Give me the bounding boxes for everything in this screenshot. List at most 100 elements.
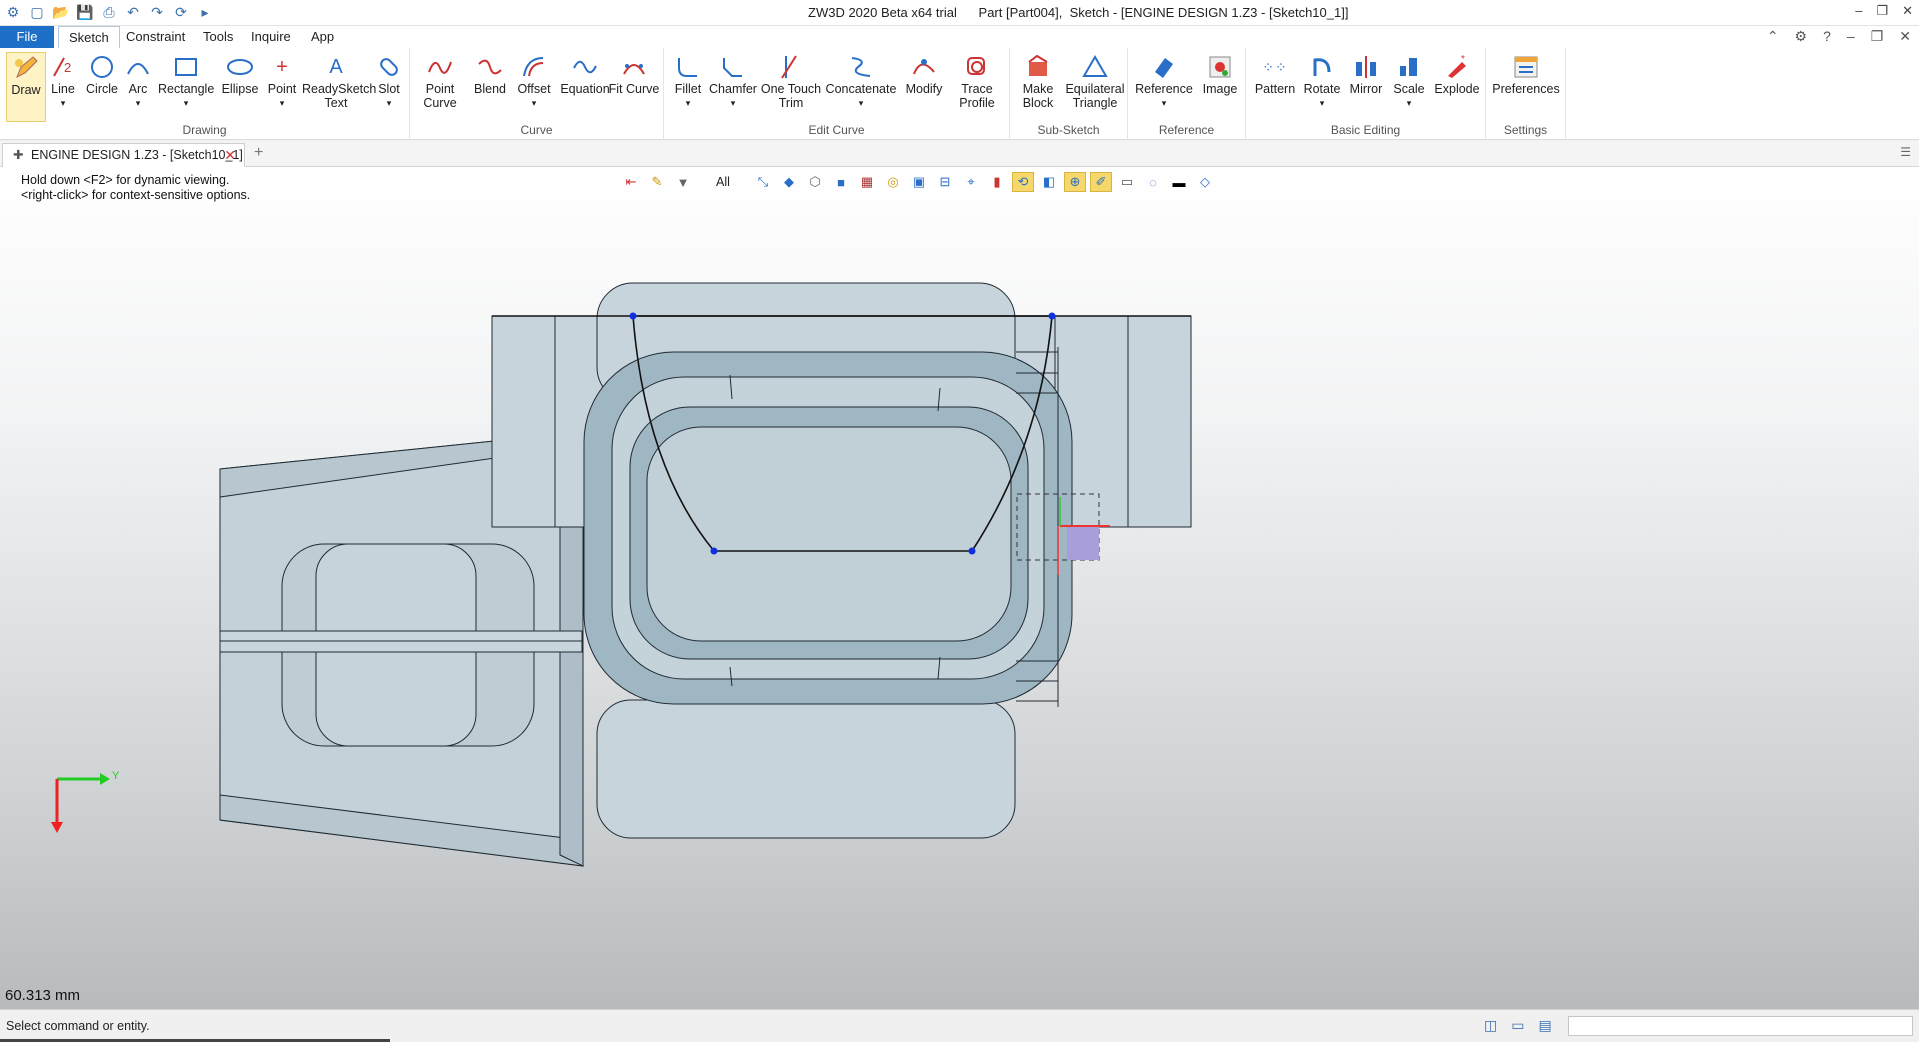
tab-tools[interactable]: Tools <box>193 26 243 48</box>
equation-button[interactable]: Equation <box>558 52 612 96</box>
run-icon[interactable]: ▸ <box>196 3 214 21</box>
help-icon[interactable]: ? <box>1823 28 1831 45</box>
axis-y-label: Y <box>112 770 120 782</box>
mirror-button[interactable]: Mirror <box>1344 52 1388 96</box>
ellipse-icon <box>220 52 260 82</box>
add-tab-icon[interactable]: + <box>254 144 263 162</box>
document-tab-label: ENGINE DESIGN 1.Z3 - [Sketch10_1] <box>31 148 243 162</box>
app-logo-icon: ⚙ <box>6 3 20 20</box>
equation-icon <box>558 52 612 82</box>
status-icons: ◫ ▭ ▤ <box>1484 1017 1552 1034</box>
panel-icon[interactable]: ▤ <box>1538 1017 1551 1034</box>
modify-button[interactable]: Modify <box>902 52 946 96</box>
close-icon[interactable]: ✕ <box>1902 3 1913 19</box>
mirror-icon <box>1344 52 1388 82</box>
window-title: ZW3D 2020 Beta x64 trial Part [Part004],… <box>808 5 1348 20</box>
pin-icon[interactable]: ✚ <box>13 144 23 166</box>
draw-button[interactable]: Draw <box>6 52 46 122</box>
group-label-sub-sketch: Sub-Sketch <box>1037 123 1100 137</box>
arc-icon <box>124 52 152 82</box>
new-file-icon[interactable]: ▢ <box>28 3 46 21</box>
preferences-button[interactable]: Preferences <box>1492 52 1560 96</box>
rotate-button[interactable]: Rotate ▾ <box>1300 52 1344 110</box>
offset-button[interactable]: Offset ▾ <box>514 52 554 110</box>
reference-icon <box>1134 52 1194 82</box>
readysketch-text-button[interactable]: A ReadySketch Text <box>302 52 376 110</box>
tab-list-icon[interactable]: ☰ <box>1900 145 1911 159</box>
svg-text:*: * <box>1461 54 1465 65</box>
doc-minimize-icon[interactable]: – <box>1847 28 1855 45</box>
blend-icon <box>470 52 510 82</box>
axis-triad <box>51 773 110 833</box>
origin-fill <box>1067 527 1099 560</box>
equilateral-triangle-button[interactable]: Equilateral Triangle <box>1064 52 1126 110</box>
one-touch-trim-button[interactable]: One Touch Trim <box>760 52 822 110</box>
cad-model[interactable] <box>0 167 1919 1009</box>
circle-button[interactable]: Circle <box>84 52 120 96</box>
file-menu[interactable]: File <box>0 26 54 48</box>
group-label-drawing: Drawing <box>182 123 227 137</box>
explode-icon: * <box>1432 52 1482 82</box>
window-controls: – ❐ ✕ <box>1855 3 1913 19</box>
status-message: Select command or entity. <box>6 1019 150 1033</box>
trace-profile-button[interactable]: Trace Profile <box>952 52 1002 110</box>
point-button[interactable]: + Point ▾ <box>266 52 298 110</box>
monitor-icon[interactable]: ▭ <box>1511 1017 1524 1034</box>
document-tab-bar: ✚ ENGINE DESIGN 1.Z3 - [Sketch10_1] ✕ + … <box>0 141 1919 167</box>
layout-icon[interactable]: ◫ <box>1484 1017 1497 1034</box>
scale-button[interactable]: Scale ▾ <box>1390 52 1428 110</box>
pattern-button[interactable]: ⁘⁘ Pattern <box>1252 52 1298 96</box>
trace-icon <box>952 52 1002 82</box>
rectangle-button[interactable]: Rectangle ▾ <box>158 52 214 110</box>
group-label-basic-editing: Basic Editing <box>1330 123 1401 137</box>
group-drawing: Draw 2 Line ▾ Circle Arc ▾ Rectangle ▾ Elli… <box>0 48 410 140</box>
restore-icon[interactable]: ❐ <box>1876 3 1888 19</box>
make-block-button[interactable]: Make Block <box>1016 52 1060 110</box>
group-label-edit-curve: Edit Curve <box>808 123 865 137</box>
line-button[interactable]: 2 Line ▾ <box>48 52 78 110</box>
doc-restore-icon[interactable]: ❐ <box>1871 28 1884 45</box>
settings-icon[interactable]: ⚙ <box>1795 28 1808 45</box>
image-button[interactable]: Image <box>1198 52 1242 96</box>
minimize-icon[interactable]: – <box>1855 3 1862 19</box>
blend-button[interactable]: Blend <box>470 52 510 96</box>
print-icon[interactable]: ⎙ <box>100 3 118 21</box>
trim-icon <box>760 52 822 82</box>
menu-bar: File Sketch Constraint Tools Inquire App… <box>0 26 1919 48</box>
point-curve-button[interactable]: Point Curve <box>416 52 464 110</box>
image-icon <box>1198 52 1242 82</box>
open-file-icon[interactable]: 📂 <box>52 3 70 21</box>
pattern-icon: ⁘⁘ <box>1262 59 1288 75</box>
app-title: ZW3D 2020 Beta x64 trial <box>808 5 957 20</box>
arc-button[interactable]: Arc ▾ <box>124 52 152 110</box>
save-icon[interactable]: 💾 <box>76 3 94 21</box>
doc-close-icon[interactable]: ✕ <box>1899 28 1911 45</box>
tab-sketch[interactable]: Sketch <box>58 26 120 48</box>
group-edit-curve: Fillet ▾ Chamfer ▾ One Touch Trim Concatena… <box>664 48 1010 140</box>
explode-button[interactable]: * Explode <box>1432 52 1482 96</box>
rotate-icon <box>1300 52 1344 82</box>
chamfer-button[interactable]: Chamfer ▾ <box>708 52 758 110</box>
undo-icon[interactable]: ↶ <box>124 3 142 21</box>
fit-curve-button[interactable]: Fit Curve <box>606 52 662 96</box>
ellipse-button[interactable]: Ellipse <box>220 52 260 96</box>
document-tab[interactable]: ✚ ENGINE DESIGN 1.Z3 - [Sketch10_1] ✕ <box>2 143 245 167</box>
offset-icon <box>514 52 554 82</box>
reference-button[interactable]: Reference ▾ <box>1134 52 1194 110</box>
tab-constraint[interactable]: Constraint <box>116 26 195 48</box>
graphics-viewport[interactable]: Hold down <F2> for dynamic viewing. <rig… <box>0 167 1919 1009</box>
command-input[interactable] <box>1568 1016 1913 1036</box>
modify-icon <box>902 52 946 82</box>
slot-button[interactable]: Slot ▾ <box>374 52 404 110</box>
tab-app[interactable]: App <box>301 26 344 48</box>
quick-access-toolbar: ⚙ ▢ 📂 💾 ⎙ ↶ ↷ ⟳ ▸ <box>4 3 214 21</box>
concatenate-button[interactable]: Concatenate ▾ <box>824 52 898 110</box>
refresh-icon[interactable]: ⟳ <box>172 3 190 21</box>
fillet-button[interactable]: Fillet ▾ <box>670 52 706 110</box>
redo-icon[interactable]: ↷ <box>148 3 166 21</box>
collapse-ribbon-icon[interactable]: ⌃ <box>1767 28 1779 45</box>
tab-inquire[interactable]: Inquire <box>241 26 301 48</box>
title-bar: ⚙ ▢ 📂 💾 ⎙ ↶ ↷ ⟳ ▸ ZW3D 2020 Beta x64 tri… <box>0 0 1919 26</box>
close-tab-icon[interactable]: ✕ <box>224 144 236 166</box>
group-basic-editing: ⁘⁘ Pattern Rotate ▾ Mirror Scale ▾ * Explo… <box>1246 48 1486 140</box>
